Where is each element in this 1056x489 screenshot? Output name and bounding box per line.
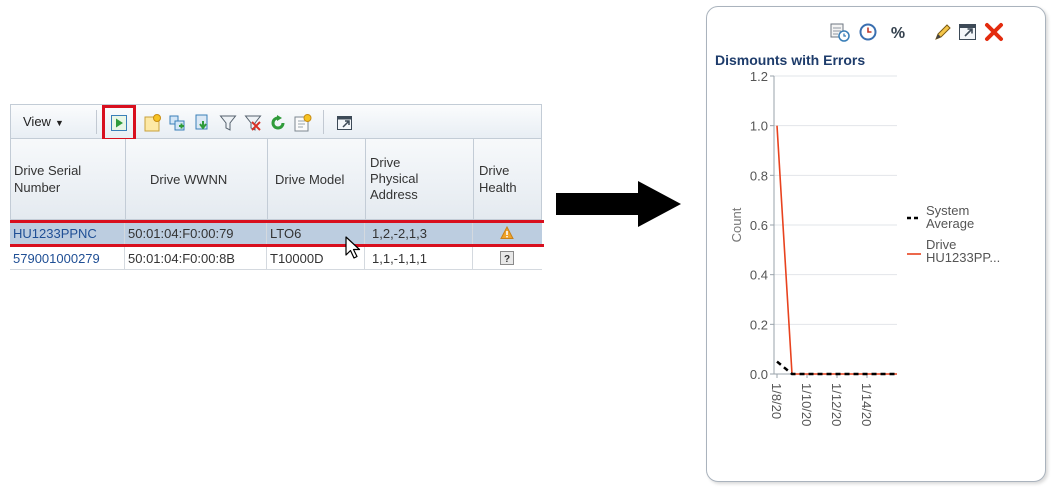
x-tick-label: 1/8/20 [769, 383, 784, 419]
y-tick-label: 0.2 [750, 317, 768, 332]
svg-text:?: ? [504, 254, 510, 265]
drive-serial-link[interactable]: 579001000279 [10, 247, 125, 270]
edit-icon[interactable] [932, 21, 954, 43]
header-text: Drive [370, 155, 401, 170]
table-toolbar: View ▼ [10, 104, 542, 141]
svg-text:%: % [891, 25, 905, 42]
y-tick-label: 0.0 [750, 367, 768, 382]
header-text: Health [479, 180, 517, 195]
header-text: Drive WWNN [150, 172, 228, 187]
y-tick-label: 0.4 [750, 268, 768, 283]
right-arrow-icon [556, 181, 681, 227]
legend-label: Average [926, 216, 974, 231]
x-tick-label: 1/10/20 [799, 383, 814, 426]
header-text: Physical [370, 171, 419, 186]
drive-wwnn-cell: 50:01:04:F0:00:8B [125, 247, 267, 270]
series-line [776, 360, 897, 376]
save-report-icon[interactable] [294, 114, 312, 132]
y-tick-label: 0.8 [750, 168, 768, 183]
drive-table-panel: View ▼ Drive Serial Number Drive WWNN Dr… [10, 104, 544, 276]
add-to-report-icon[interactable] [169, 114, 187, 132]
view-menu[interactable]: View ▼ [23, 114, 64, 129]
column-header-drive-serial[interactable]: Drive Serial Number [11, 139, 126, 219]
table-row[interactable]: 579001000279 50:01:04:F0:00:8B T10000D 1… [10, 247, 542, 270]
toolbar-divider [96, 110, 97, 134]
mouse-cursor-icon [345, 236, 361, 259]
percent-icon[interactable]: % [887, 21, 909, 43]
header-text: Number [14, 180, 61, 195]
chart-title: Dismounts with Errors [715, 52, 866, 68]
detach-icon[interactable] [957, 21, 979, 43]
view-menu-label: View [23, 114, 51, 129]
y-tick-label: 1.0 [750, 119, 768, 134]
schedule-icon[interactable] [829, 21, 851, 43]
line-chart: 0.0 0.2 0.4 0.6 0.8 1.0 1.2 1/8/20 1/10/20 1/12/2… [729, 69, 1000, 426]
header-text: Address [370, 187, 418, 202]
filter-icon[interactable] [219, 114, 237, 132]
series-line [776, 125, 897, 375]
clear-filter-icon[interactable] [244, 114, 262, 132]
x-tick-label: 1/14/20 [859, 383, 874, 426]
header-text: Drive Serial [14, 163, 82, 178]
drive-address-cell: 1,1,-1,1,1 [365, 247, 473, 270]
column-header-drive-wwnn[interactable]: Drive WWNN [126, 139, 268, 219]
run-button-highlight [102, 105, 136, 141]
header-text: Drive Model [275, 172, 345, 187]
y-tick-label: 1.2 [750, 69, 768, 84]
chevron-down-icon: ▼ [54, 118, 64, 128]
export-icon[interactable] [194, 114, 212, 132]
selected-row-highlight [10, 220, 544, 247]
new-report-icon[interactable] [144, 114, 162, 132]
chart-card: % Dismounts with Errors 0.0 0.2 0.4 0.6 0.8 1… [706, 6, 1046, 482]
y-axis-label: Count [729, 207, 744, 242]
table-header: Drive Serial Number Drive WWNN Drive Mod… [10, 139, 542, 220]
detach-icon[interactable] [336, 114, 354, 132]
x-tick-label: 1/12/20 [829, 383, 844, 426]
close-icon[interactable] [983, 21, 1005, 43]
drive-health-cell: ? [473, 247, 542, 270]
legend-label: HU1233PP... [926, 250, 1000, 265]
toolbar-divider [323, 110, 324, 134]
unknown-status-icon: ? [500, 251, 514, 265]
column-header-drive-health[interactable]: Drive Health [474, 139, 543, 219]
clock-icon[interactable] [857, 21, 879, 43]
y-tick-label: 0.6 [750, 218, 768, 233]
refresh-icon[interactable] [269, 114, 287, 132]
column-header-drive-model[interactable]: Drive Model [268, 139, 366, 219]
column-header-drive-address[interactable]: Drive Physical Address [366, 139, 474, 219]
header-text: Drive [479, 163, 510, 178]
